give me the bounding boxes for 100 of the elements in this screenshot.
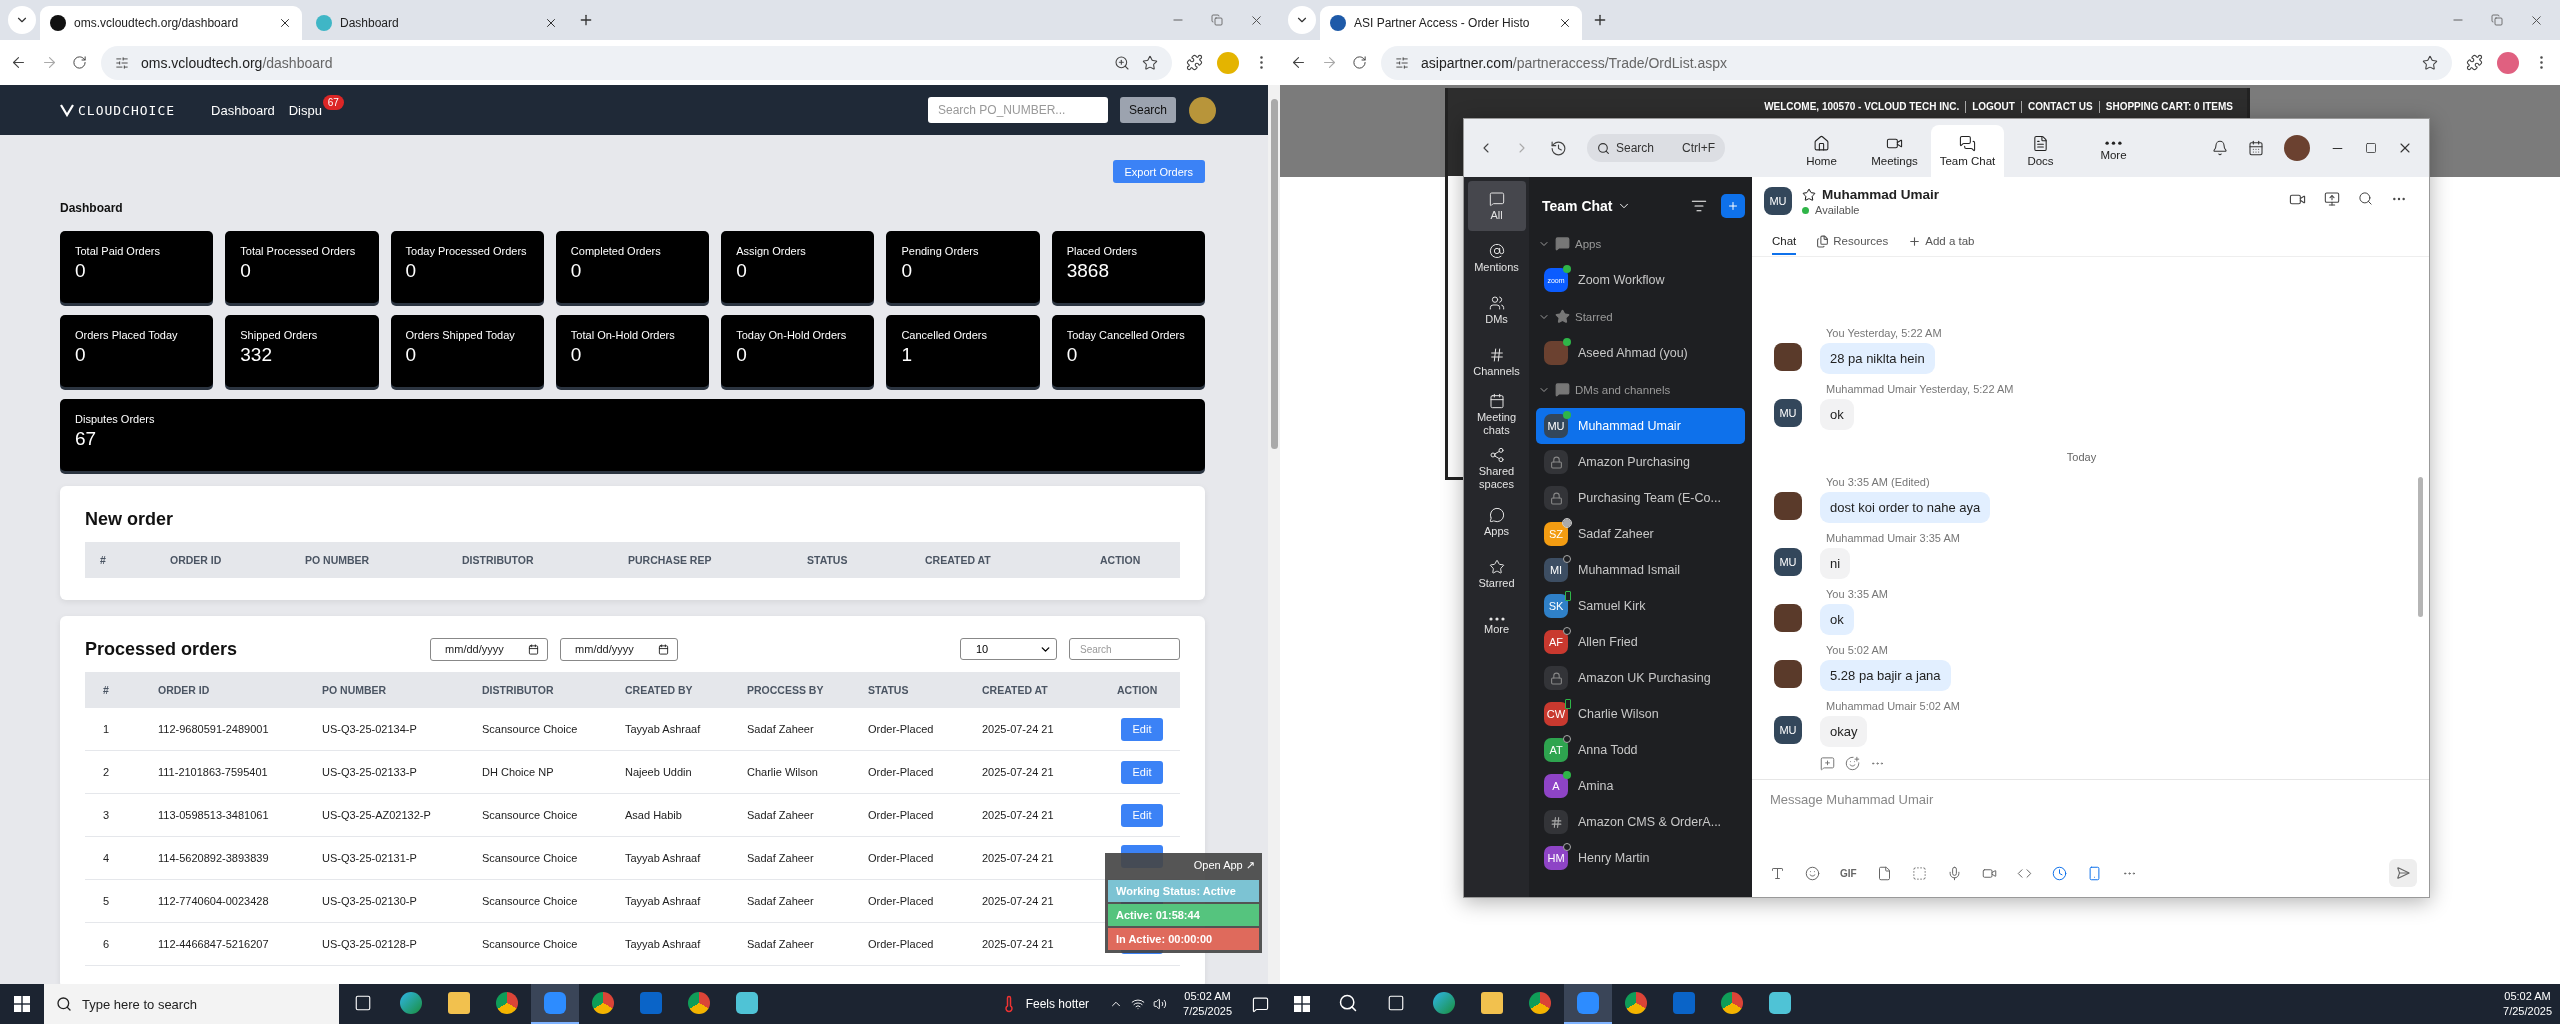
browser-icon[interactable] bbox=[1433, 992, 1455, 1014]
chat-list-item[interactable]: Amazon Purchasing bbox=[1536, 444, 1745, 480]
browser-icon[interactable] bbox=[496, 992, 518, 1014]
search-field[interactable]: Search PO_NUMBER... bbox=[927, 97, 1108, 123]
send-button[interactable] bbox=[2389, 859, 2417, 887]
search-field[interactable]: Search Ctrl+F bbox=[1587, 134, 1725, 162]
restore-icon[interactable] bbox=[1211, 14, 1223, 26]
network-icon[interactable] bbox=[1131, 997, 1146, 1011]
edit-button[interactable]: Edit bbox=[1121, 717, 1163, 741]
nav-tab[interactable]: Meetings bbox=[1858, 125, 1931, 177]
edit-button[interactable]: Edit bbox=[1121, 803, 1163, 827]
sidebar-item[interactable]: Apps bbox=[1467, 497, 1526, 547]
nav-tab[interactable]: Home bbox=[1785, 125, 1858, 177]
profile-avatar[interactable] bbox=[2497, 51, 2519, 74]
search-icon[interactable] bbox=[2358, 191, 2373, 206]
search-field[interactable]: Search bbox=[1069, 638, 1180, 660]
browser-icon[interactable] bbox=[592, 992, 614, 1014]
microphone-icon[interactable] bbox=[1946, 865, 1962, 881]
app-icon[interactable] bbox=[736, 992, 758, 1014]
restore-icon[interactable] bbox=[2491, 14, 2503, 26]
video-app-icon[interactable] bbox=[544, 992, 566, 1014]
app-icon[interactable] bbox=[1769, 992, 1791, 1014]
chat-tab[interactable]: Add a tab bbox=[1908, 229, 1975, 255]
browser-tab[interactable]: oms.vcloudtech.org/dashboard bbox=[40, 6, 302, 40]
add-reaction-icon[interactable] bbox=[1845, 756, 1860, 771]
zoom-icon[interactable] bbox=[1114, 54, 1130, 71]
nav-tab[interactable]: Team Chat bbox=[1931, 125, 2004, 177]
sidebar-item[interactable]: All bbox=[1467, 181, 1526, 231]
browser-tab[interactable]: Dashboard bbox=[306, 6, 568, 40]
header-link[interactable]: SHOPPING CART: 0 ITEMS bbox=[2098, 101, 2239, 113]
extensions-icon[interactable] bbox=[2466, 54, 2483, 71]
sidebar-item[interactable]: Mentions bbox=[1467, 233, 1526, 283]
calendar-icon[interactable] bbox=[2248, 140, 2264, 156]
chat-list-item[interactable]: MU Muhammad Umair bbox=[1536, 408, 1745, 444]
header-link[interactable]: CONTACT US bbox=[2020, 101, 2099, 113]
close-icon[interactable] bbox=[544, 16, 558, 30]
scrollbar-thumb[interactable] bbox=[1270, 99, 1278, 449]
site-info-icon[interactable] bbox=[115, 55, 129, 70]
close-icon[interactable] bbox=[278, 16, 292, 30]
sidebar-item[interactable]: Meeting chats bbox=[1467, 389, 1526, 441]
reply-icon[interactable] bbox=[1820, 756, 1835, 771]
share-screen-icon[interactable] bbox=[2324, 191, 2340, 207]
chat-list-item[interactable]: Aseed Ahmad (you) bbox=[1536, 335, 1745, 371]
chat-list-item[interactable]: AT Anna Todd bbox=[1536, 732, 1745, 768]
extensions-icon[interactable] bbox=[1186, 54, 1203, 71]
back-icon[interactable] bbox=[10, 54, 27, 71]
clock[interactable]: 05:02 AM 7/25/2025 bbox=[2495, 989, 2560, 1019]
chat-list-item[interactable]: HM Henry Martin bbox=[1536, 840, 1745, 876]
sidebar-item[interactable]: DMs bbox=[1467, 285, 1526, 335]
browser-tab[interactable]: ASI Partner Access - Order Histo bbox=[1320, 6, 1582, 40]
browser-icon[interactable] bbox=[1721, 992, 1743, 1014]
browser-icon[interactable] bbox=[400, 992, 422, 1014]
user-avatar[interactable] bbox=[1189, 96, 1216, 124]
gif-button[interactable]: GIF bbox=[1840, 867, 1857, 879]
browser-icon[interactable] bbox=[1529, 992, 1551, 1014]
video-app-icon[interactable] bbox=[1577, 992, 1599, 1014]
address-bar[interactable]: oms.vcloudtech.org/dashboard bbox=[101, 45, 1172, 80]
edit-button[interactable]: Edit bbox=[1121, 760, 1163, 784]
brand-logo[interactable]: CLOUDCHOICE bbox=[60, 102, 176, 118]
search-icon[interactable] bbox=[1338, 993, 1358, 1013]
page-size-select[interactable]: 10 bbox=[960, 638, 1057, 660]
volume-icon[interactable] bbox=[1153, 997, 1168, 1011]
clock[interactable]: 05:02 AM 7/25/2025 bbox=[1175, 989, 1240, 1019]
address-bar[interactable]: asipartner.com/partneraccess/Trade/OrdList.aspx bbox=[1381, 45, 2452, 80]
scrollbar-thumb[interactable] bbox=[2418, 477, 2423, 617]
sidebar-item[interactable]: More bbox=[1467, 601, 1526, 651]
task-view-icon[interactable] bbox=[1387, 994, 1405, 1012]
header-link[interactable]: WELCOME, 100570 - VCLOUD TECH INC. bbox=[1758, 101, 1966, 113]
task-view-icon[interactable] bbox=[354, 994, 372, 1012]
close-icon[interactable] bbox=[1558, 16, 1572, 30]
browser-icon[interactable] bbox=[688, 992, 710, 1014]
chat-list-item[interactable]: MI Muhammad Ismail bbox=[1536, 552, 1745, 588]
app-icon[interactable] bbox=[2051, 865, 2067, 881]
nav-tab[interactable]: More bbox=[2077, 125, 2150, 177]
search-button[interactable]: Search bbox=[1119, 97, 1176, 123]
chat-list-item[interactable]: AF Allen Fried bbox=[1536, 624, 1745, 660]
star-icon[interactable] bbox=[1802, 187, 1816, 202]
sidebar-item[interactable]: Starred bbox=[1467, 549, 1526, 599]
text-format-icon[interactable] bbox=[1770, 865, 1785, 881]
header-link[interactable]: LOGOUT bbox=[1965, 101, 2021, 113]
reload-icon[interactable] bbox=[1352, 55, 1367, 70]
notifications-icon[interactable] bbox=[1251, 995, 1269, 1013]
chat-tab[interactable]: Resources bbox=[1816, 229, 1889, 255]
history-icon[interactable] bbox=[1550, 139, 1567, 157]
file-icon[interactable] bbox=[1876, 865, 1892, 881]
date-field[interactable]: mm/dd/yyyy bbox=[430, 637, 549, 661]
chat-list-item[interactable]: A Amina bbox=[1536, 768, 1745, 804]
chat-list-item[interactable]: CW Charlie Wilson bbox=[1536, 696, 1745, 732]
maximize-icon[interactable] bbox=[2365, 142, 2377, 154]
section-header[interactable]: Starred bbox=[1536, 298, 1745, 335]
browser-icon[interactable] bbox=[1625, 992, 1647, 1014]
chat-list-item[interactable]: Amazon UK Purchasing bbox=[1536, 660, 1745, 696]
profile-avatar[interactable] bbox=[2284, 135, 2310, 161]
date-field[interactable]: mm/dd/yyyy bbox=[560, 637, 679, 661]
bookmark-icon[interactable] bbox=[2422, 54, 2438, 71]
export-button[interactable]: Export Orders bbox=[1112, 160, 1205, 183]
chat-tab[interactable]: Chat bbox=[1772, 229, 1797, 255]
sidebar-item[interactable]: Channels bbox=[1467, 337, 1526, 387]
chat-list-item[interactable]: SZ Sadaf Zaheer bbox=[1536, 516, 1745, 552]
open-app-link[interactable]: Open App ↗ bbox=[1189, 857, 1259, 878]
